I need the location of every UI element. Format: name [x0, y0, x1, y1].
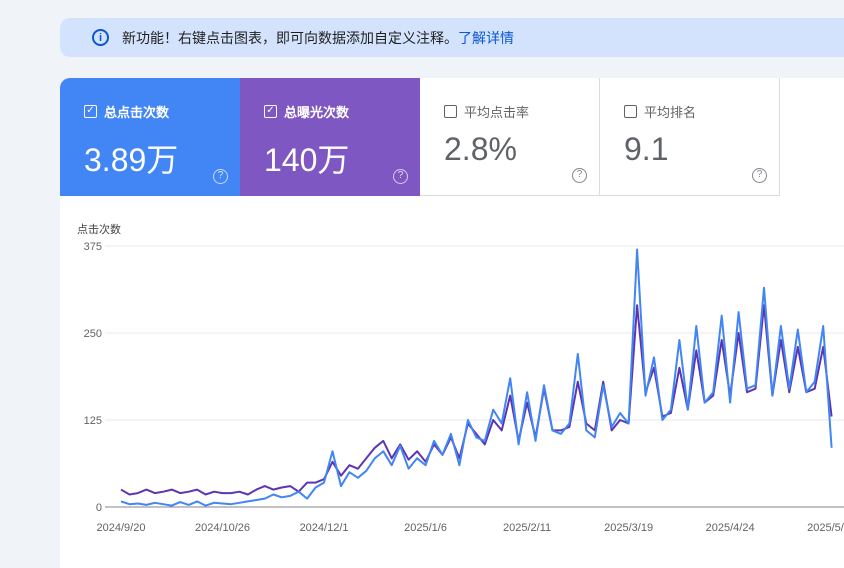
y-axis-label: 点击次数 — [77, 222, 121, 236]
y-tick-label: 125 — [84, 415, 102, 427]
series-line-clicks — [120, 248, 833, 507]
x-tick-label: 2025/5/30 — [807, 522, 844, 534]
x-tick-label: 2025/4/24 — [706, 522, 755, 534]
x-tick-label: 2024/10/26 — [195, 522, 250, 534]
y-tick-label: 250 — [84, 328, 102, 340]
x-tick-label: 2025/3/19 — [604, 522, 653, 534]
x-tick-label: 2024/9/20 — [97, 522, 146, 534]
y-tick-label: 375 — [84, 241, 102, 253]
series-line-impressions — [120, 304, 833, 496]
x-tick-label: 2025/2/11 — [503, 522, 551, 534]
performance-chart[interactable]: 点击次数 0 125 250 375 2024/9/20 2024/10/26 2024/12… — [0, 0, 844, 557]
x-tick-label: 2025/1/6 — [404, 522, 447, 534]
y-tick-label: 0 — [96, 502, 102, 514]
x-tick-label: 2024/12/1 — [300, 522, 349, 534]
